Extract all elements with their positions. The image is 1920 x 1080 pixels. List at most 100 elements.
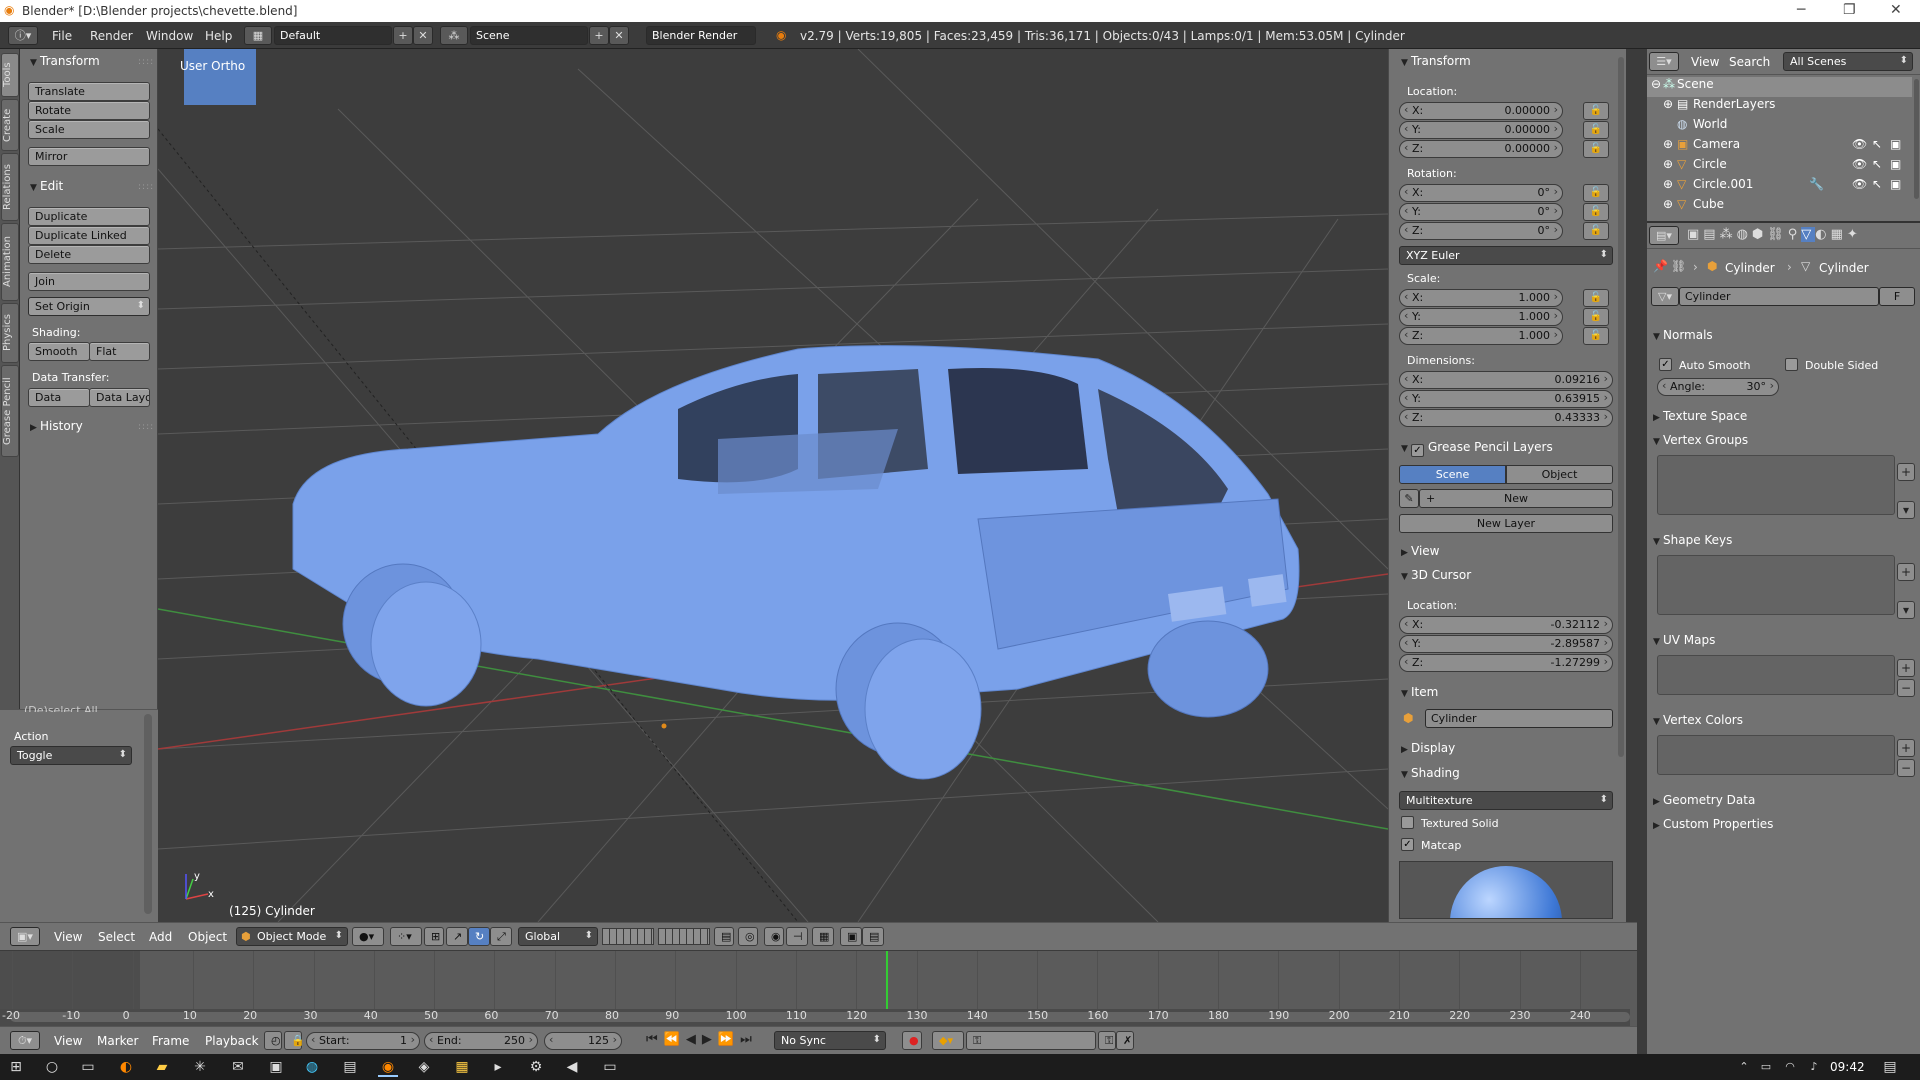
- rotate-button[interactable]: Rotate: [28, 101, 150, 120]
- playback-menu[interactable]: Playback: [205, 1034, 259, 1048]
- sync-mode-select[interactable]: No Sync: [774, 1031, 886, 1050]
- item-name-field[interactable]: Cylinder: [1425, 709, 1613, 728]
- remove-scene-icon[interactable]: ✕: [609, 26, 629, 45]
- lock-icon[interactable]: 🔓: [1583, 140, 1609, 158]
- item-section-header[interactable]: ▼ Item: [1401, 685, 1438, 699]
- app-icon[interactable]: ✳: [190, 1057, 210, 1077]
- location-z-field[interactable]: Z:0.00000: [1399, 140, 1563, 158]
- editor-type-properties-icon[interactable]: ▤▾: [1649, 226, 1679, 245]
- lock-icon[interactable]: 🔓: [1583, 121, 1609, 139]
- outliner-scrollbar[interactable]: [1914, 79, 1919, 199]
- mesh-name-field[interactable]: Cylinder: [1679, 287, 1879, 306]
- duplicate-linked-button[interactable]: Duplicate Linked: [28, 226, 150, 245]
- editor-type-3d-icon[interactable]: ▣▾: [10, 927, 40, 946]
- breadcrumb-object[interactable]: Cylinder: [1725, 261, 1775, 275]
- task-view-icon[interactable]: ▭: [78, 1057, 98, 1077]
- render-animation-icon[interactable]: ▤: [862, 927, 884, 946]
- remove-layout-icon[interactable]: ✕: [413, 26, 433, 45]
- pencil-icon[interactable]: ✎: [1399, 489, 1419, 508]
- fake-user-toggle[interactable]: F: [1879, 287, 1915, 306]
- vertex-groups-list[interactable]: [1657, 455, 1895, 515]
- editor-type-timeline-icon[interactable]: ⏱▾: [10, 1031, 40, 1050]
- delete-button[interactable]: Delete: [28, 245, 150, 264]
- npanel-scrollbar[interactable]: [1618, 57, 1624, 757]
- translate-button[interactable]: Translate: [28, 82, 150, 101]
- screen-layout-field[interactable]: Default: [274, 26, 392, 45]
- add-uv-map-button[interactable]: +: [1897, 659, 1915, 677]
- layer-buttons[interactable]: [602, 928, 654, 945]
- monitor-app-icon[interactable]: ▭: [600, 1057, 620, 1077]
- location-y-field[interactable]: Y:0.00000: [1399, 121, 1563, 139]
- settings-icon[interactable]: ⚙: [526, 1057, 546, 1077]
- chrome-icon[interactable]: ◍: [302, 1057, 322, 1077]
- editor-type-info-icon[interactable]: ⓘ▾: [8, 26, 38, 45]
- scale-button[interactable]: Scale: [28, 120, 150, 139]
- current-frame-field[interactable]: 125: [544, 1032, 622, 1050]
- preview-range-icon[interactable]: ◴: [264, 1031, 282, 1050]
- shape-keys-section-header[interactable]: ▼ Shape Keys: [1653, 533, 1732, 547]
- viewport-shading-icon[interactable]: ●▾: [352, 927, 384, 946]
- lock-icon[interactable]: 🔓: [1583, 184, 1609, 202]
- shading-mode-select[interactable]: Multitexture: [1399, 791, 1613, 810]
- layer-buttons[interactable]: [658, 928, 710, 945]
- close-icon[interactable]: ✕: [1890, 2, 1902, 18]
- outliner-row-circle[interactable]: ⊕ ▽ Circle 👁 ↖ ▣: [1647, 157, 1912, 177]
- add-scene-icon[interactable]: +: [589, 26, 609, 45]
- mirror-button[interactable]: Mirror: [28, 147, 150, 166]
- data-layout-button[interactable]: Data Layo: [89, 388, 150, 407]
- frame-menu[interactable]: Frame: [152, 1034, 189, 1048]
- tab-relations[interactable]: Relations: [1, 153, 19, 221]
- dimensions-z-field[interactable]: Z:0.43333: [1399, 409, 1613, 427]
- matcap-preview[interactable]: [1399, 861, 1613, 919]
- blender-task-icon[interactable]: ◉: [378, 1057, 398, 1077]
- proportional-edit-icon[interactable]: ◎: [738, 927, 758, 946]
- data-button[interactable]: Data: [28, 388, 90, 407]
- lock-icon[interactable]: 🔓: [1583, 203, 1609, 221]
- add-shape-key-button[interactable]: +: [1897, 563, 1915, 581]
- scene-icon[interactable]: ⁂: [440, 26, 468, 45]
- mesh-browse-icon[interactable]: ▽▾: [1651, 287, 1679, 306]
- restore-icon[interactable]: ❐: [1843, 2, 1856, 18]
- remove-uv-map-button[interactable]: −: [1897, 679, 1915, 697]
- cursor-y-field[interactable]: Y:-2.89587: [1399, 635, 1613, 653]
- scale-manipulator-icon[interactable]: ⤢: [490, 927, 512, 946]
- set-origin-button[interactable]: Set Origin: [28, 297, 150, 316]
- grease-pencil-section-header[interactable]: ▼ ✓ Grease Pencil Layers: [1401, 440, 1553, 457]
- panel-grip-icon[interactable]: ::::: [138, 182, 154, 192]
- menu-window[interactable]: Window: [146, 29, 193, 43]
- flat-button[interactable]: Flat: [89, 342, 150, 361]
- pivot-point-icon[interactable]: ⁘▾: [390, 927, 422, 946]
- notes-icon[interactable]: ▦: [452, 1057, 472, 1077]
- playback-controls[interactable]: ⏮⏪◀▶⏩⏭: [646, 1032, 766, 1051]
- add-vertex-group-button[interactable]: +: [1897, 463, 1915, 481]
- speaker-app-icon[interactable]: ◀: [562, 1057, 582, 1077]
- editor-type-outliner-icon[interactable]: ☰▾: [1649, 52, 1679, 71]
- visibility-eye-icon[interactable]: 👁: [1852, 137, 1867, 151]
- end-frame-field[interactable]: End:250: [424, 1032, 538, 1050]
- gp-new-button[interactable]: + New: [1419, 489, 1613, 508]
- rotation-y-field[interactable]: Y:0°: [1399, 203, 1563, 221]
- transform-panel-header[interactable]: ▼ Transform: [30, 54, 100, 68]
- select-cursor-icon[interactable]: ↖: [1872, 157, 1882, 171]
- remote-desktop-icon[interactable]: ▣: [266, 1057, 286, 1077]
- double-sided-checkbox[interactable]: [1785, 358, 1798, 371]
- volume-icon[interactable]: ♪: [1804, 1057, 1824, 1077]
- join-button[interactable]: Join: [28, 272, 150, 291]
- outliner-search-menu[interactable]: Search: [1729, 55, 1770, 69]
- outliner-row-camera[interactable]: ⊕ ▣ Camera 👁 ↖ ▣: [1647, 137, 1912, 157]
- duplicate-button[interactable]: Duplicate: [28, 207, 150, 226]
- select-menu[interactable]: Select: [98, 930, 135, 944]
- transform-section-header[interactable]: ▼ Transform: [1401, 54, 1471, 68]
- visibility-eye-icon[interactable]: 👁: [1852, 177, 1867, 191]
- scale-z-field[interactable]: Z:1.000: [1399, 327, 1563, 345]
- angle-field[interactable]: Angle:30°: [1657, 378, 1779, 396]
- tab-grease-pencil[interactable]: Grease Pencil: [1, 365, 19, 457]
- snap-target-icon[interactable]: ⊣: [786, 927, 808, 946]
- gp-object-toggle[interactable]: Object: [1506, 465, 1613, 484]
- terminal-icon[interactable]: ▸: [488, 1057, 508, 1077]
- panel-grip-icon[interactable]: ::::: [138, 57, 154, 67]
- lock-icon[interactable]: 🔓: [1583, 327, 1609, 345]
- timeline-view-menu[interactable]: View: [54, 1034, 82, 1048]
- render-camera-icon[interactable]: ▣: [840, 927, 862, 946]
- opengl-render-icon[interactable]: ▦: [812, 927, 834, 946]
